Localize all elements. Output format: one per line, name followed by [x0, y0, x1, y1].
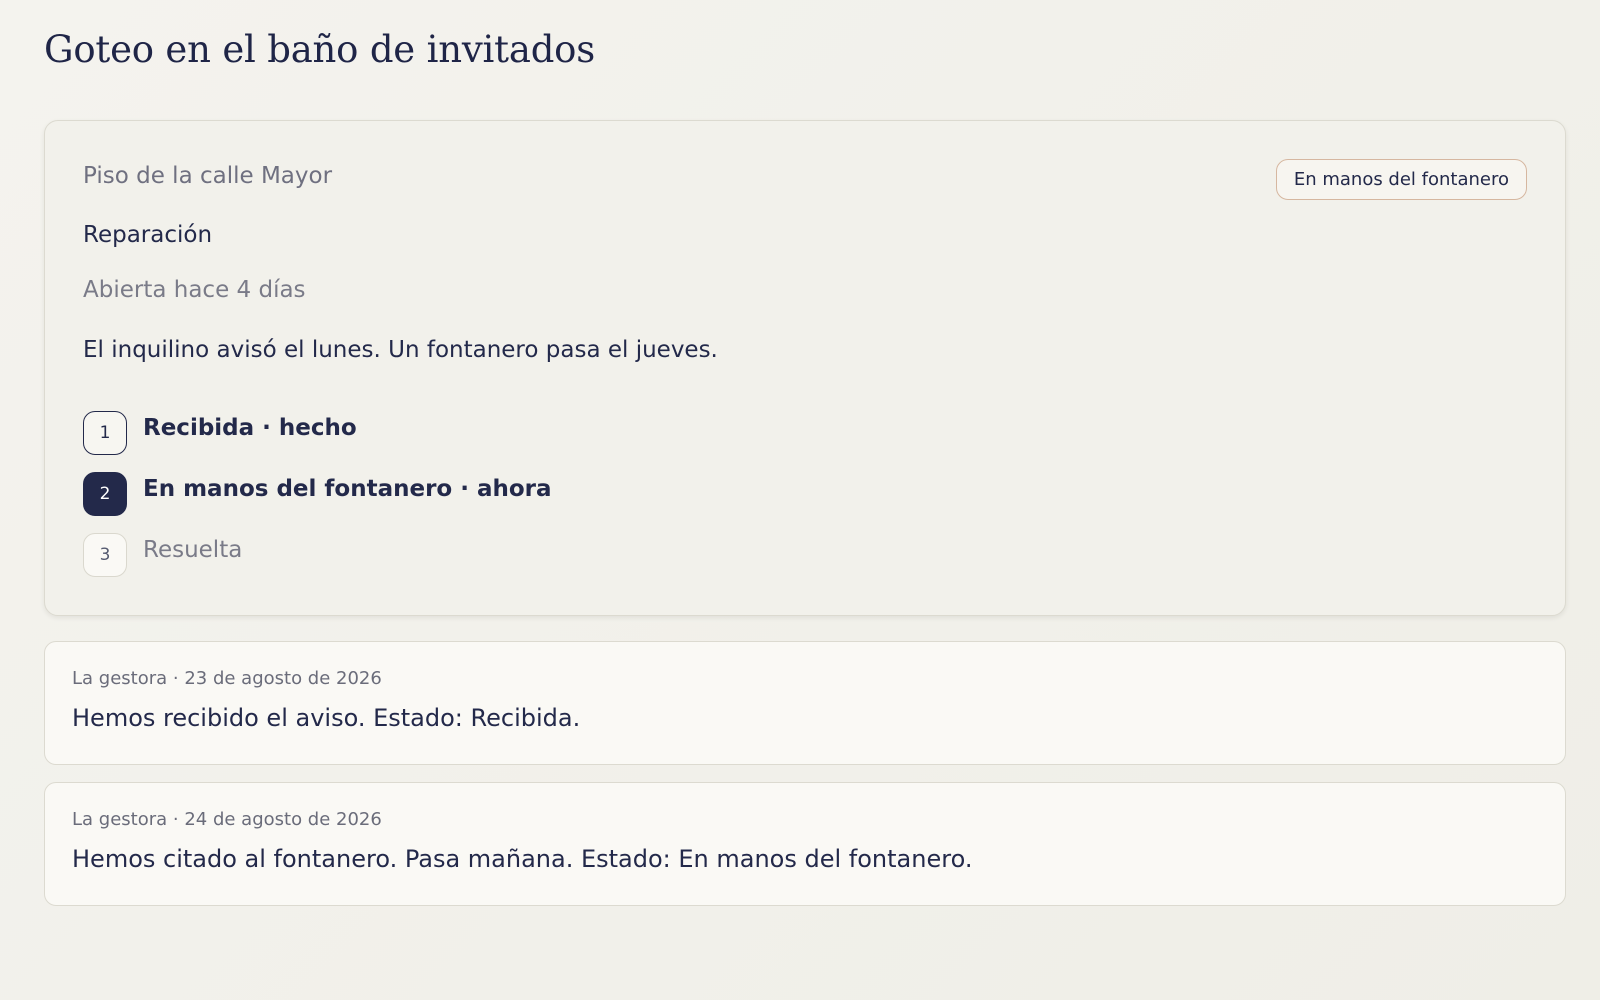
- status-badge: En manos del fontanero: [1275, 159, 1527, 200]
- update-text: Hemos citado al fontanero. Pasa mañana. …: [72, 845, 973, 873]
- update-card: La gestora · 23 de agosto de 2026 Hemos …: [44, 641, 1566, 765]
- ticket-category: Reparación: [83, 222, 213, 248]
- update-text: Hemos recibido el aviso. Estado: Recibid…: [72, 704, 581, 732]
- page: Goteo en el baño de invitados Piso de la…: [0, 0, 1600, 1000]
- step-number: 2: [83, 472, 127, 516]
- step-number: 1: [83, 411, 127, 455]
- step-label: Recibida · hecho: [143, 415, 357, 441]
- step-label: En manos del fontanero · ahora: [143, 476, 552, 502]
- update-meta: La gestora · 23 de agosto de 2026: [72, 668, 382, 689]
- page-title: Goteo en el baño de invitados: [44, 28, 596, 71]
- ticket-opened: Abierta hace 4 días: [83, 277, 306, 303]
- step-number: 3: [83, 533, 127, 577]
- step-label: Resuelta: [143, 537, 243, 563]
- update-meta: La gestora · 24 de agosto de 2026: [72, 809, 382, 830]
- update-card: La gestora · 24 de agosto de 2026 Hemos …: [44, 782, 1566, 906]
- ticket-description: El inquilino avisó el lunes. Un fontaner…: [83, 337, 718, 363]
- ticket-card: Piso de la calle Mayor En manos del font…: [44, 120, 1566, 616]
- property-name: Piso de la calle Mayor: [83, 163, 333, 189]
